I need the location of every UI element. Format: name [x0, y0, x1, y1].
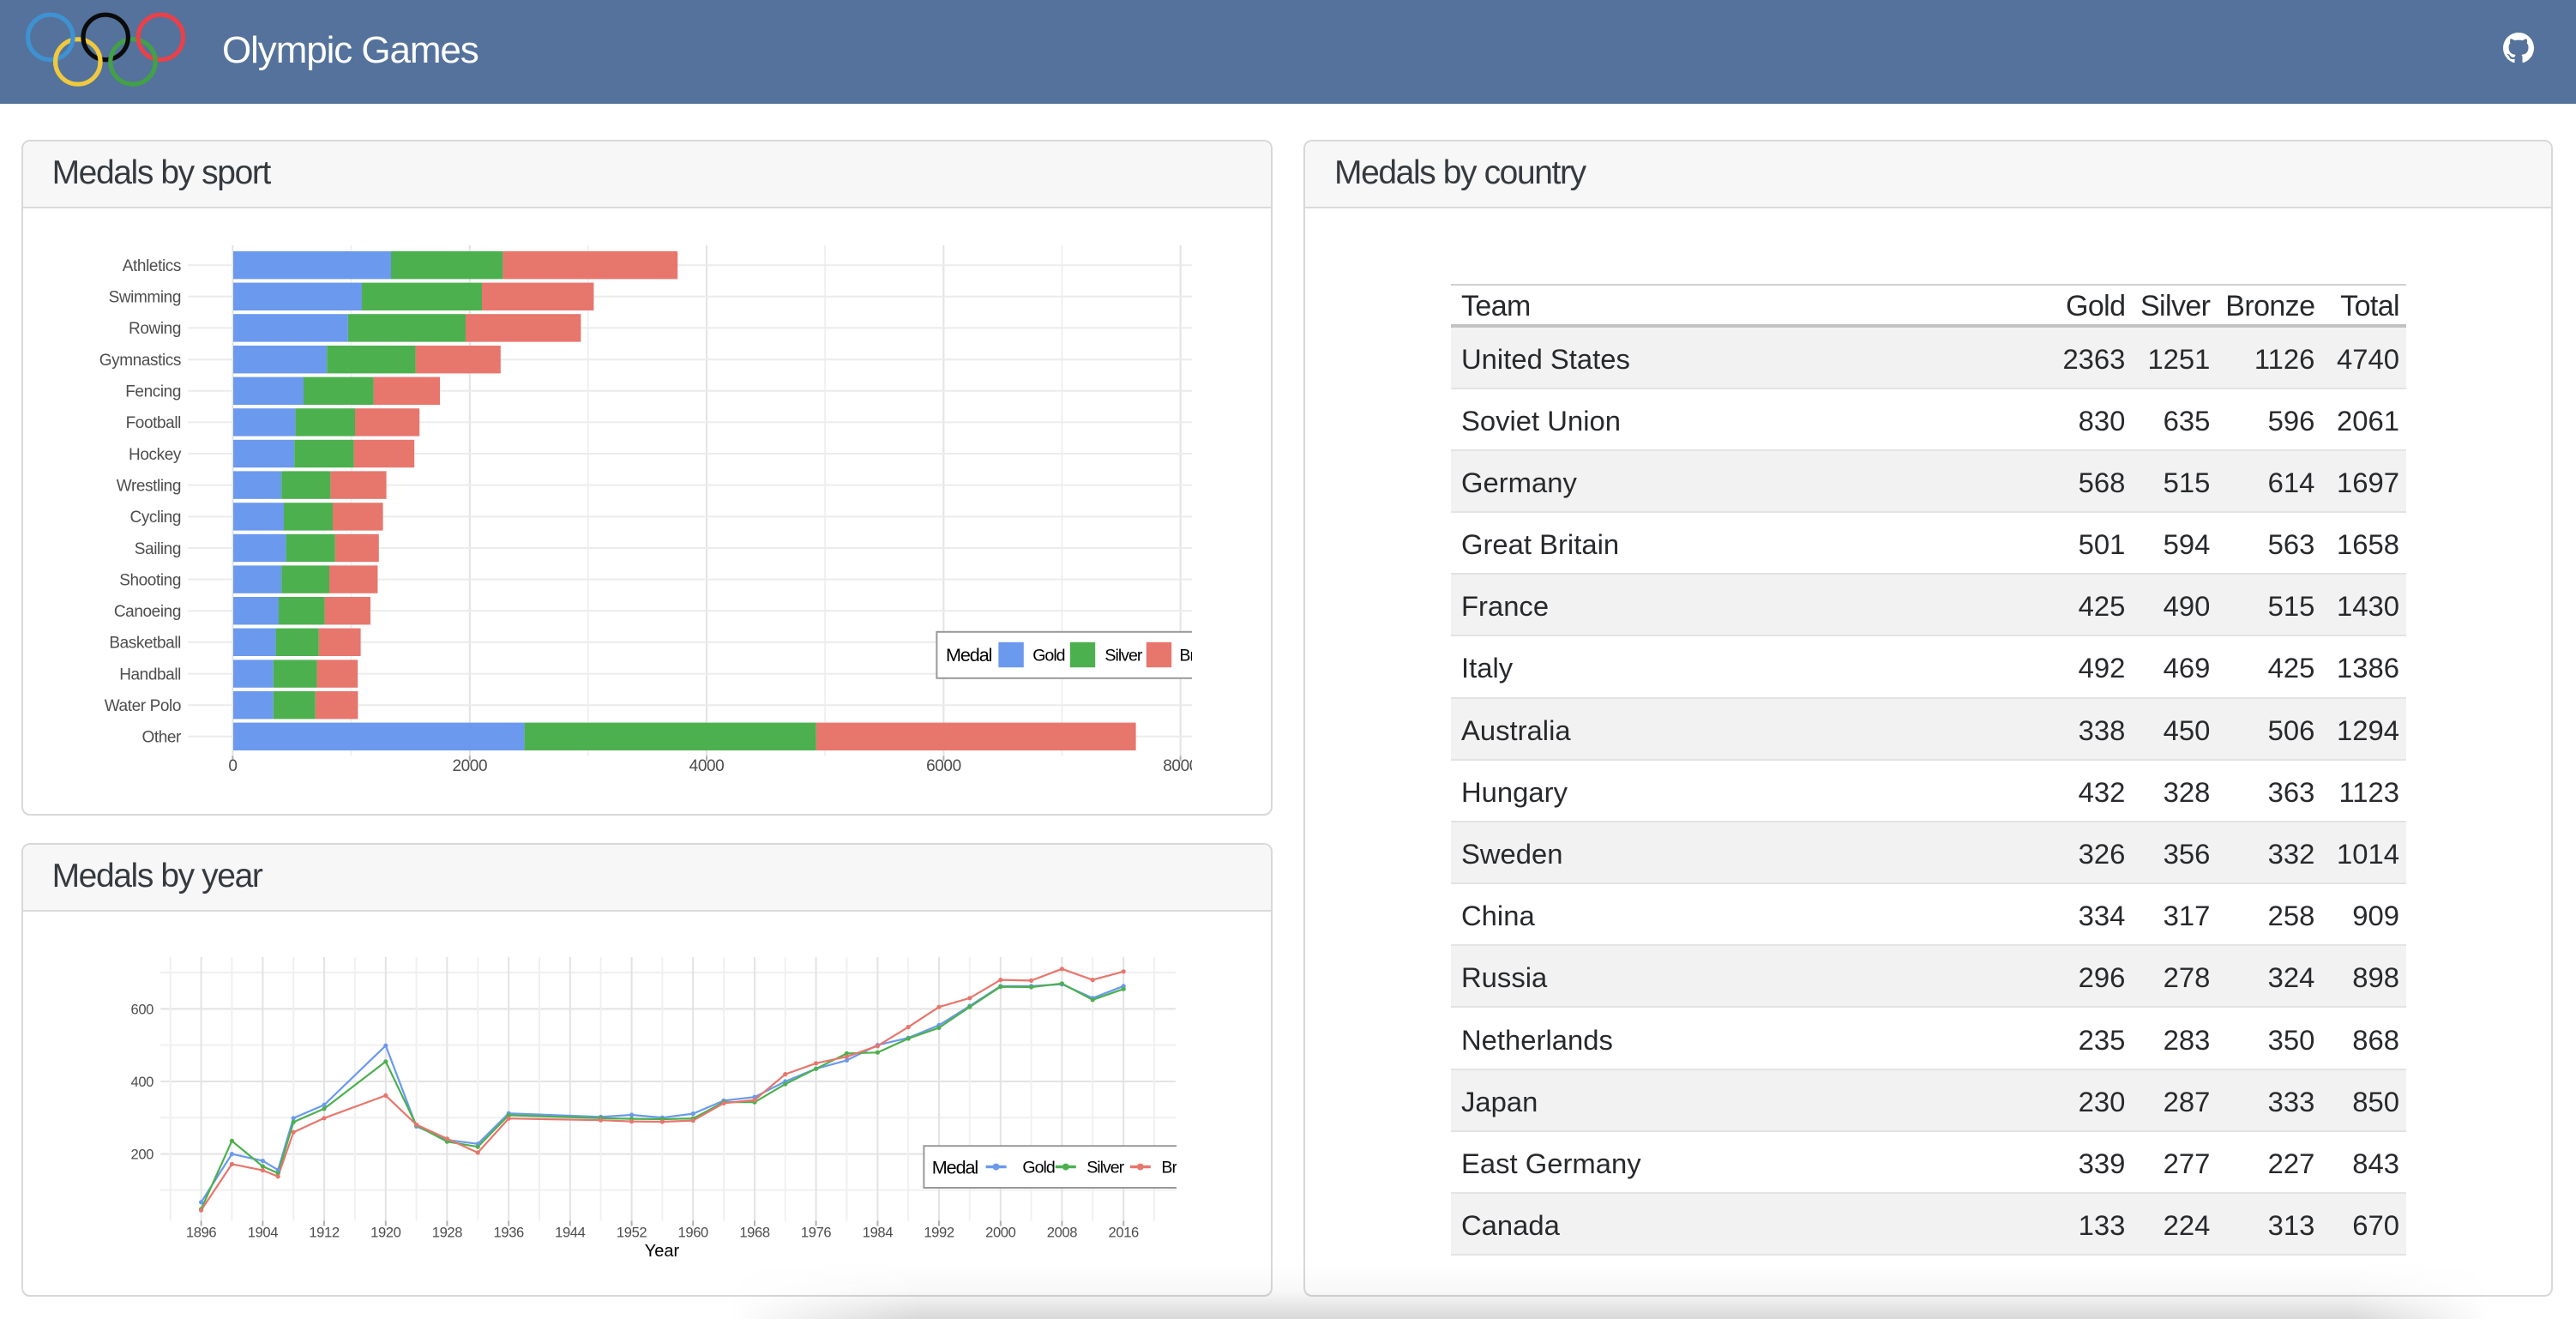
svg-text:0: 0 [228, 757, 237, 775]
svg-text:Handball: Handball [119, 666, 181, 684]
svg-text:Wrestling: Wrestling [117, 477, 181, 495]
svg-text:Gold: Gold [1022, 1159, 1054, 1177]
svg-text:2000: 2000 [985, 1225, 1015, 1241]
svg-text:2008: 2008 [1047, 1225, 1077, 1241]
svg-text:400: 400 [131, 1074, 154, 1090]
svg-text:200: 200 [131, 1147, 154, 1163]
svg-text:Bronze: Bronze [1161, 1159, 1177, 1177]
svg-text:4000: 4000 [689, 757, 725, 775]
svg-text:1928: 1928 [432, 1225, 462, 1241]
svg-text:1904: 1904 [248, 1225, 278, 1241]
svg-text:1912: 1912 [309, 1225, 339, 1241]
svg-text:Football: Football [126, 414, 181, 432]
svg-text:Medal: Medal [946, 644, 992, 666]
svg-text:1896: 1896 [186, 1225, 216, 1241]
svg-text:Athletics: Athletics [123, 257, 181, 275]
svg-text:Water Polo: Water Polo [105, 697, 181, 715]
svg-text:Gymnastics: Gymnastics [99, 352, 181, 370]
svg-text:1992: 1992 [924, 1225, 954, 1241]
svg-text:1944: 1944 [555, 1225, 585, 1241]
svg-text:Fencing: Fencing [125, 383, 181, 401]
svg-text:6000: 6000 [926, 757, 961, 775]
svg-text:1984: 1984 [863, 1225, 893, 1241]
svg-text:Swimming: Swimming [109, 289, 181, 307]
svg-text:Other: Other [141, 729, 182, 747]
svg-text:8000: 8000 [1163, 757, 1192, 775]
svg-text:2000: 2000 [452, 757, 487, 775]
svg-text:Gold: Gold [1032, 647, 1064, 666]
svg-text:1968: 1968 [739, 1225, 769, 1241]
svg-text:Rowing: Rowing [129, 320, 181, 338]
svg-text:Basketball: Basketball [109, 635, 181, 653]
svg-text:1976: 1976 [801, 1225, 831, 1241]
svg-text:Sailing: Sailing [135, 540, 181, 558]
svg-text:Silver: Silver [1086, 1159, 1124, 1177]
svg-text:1920: 1920 [370, 1225, 400, 1241]
svg-text:Medal: Medal [932, 1156, 978, 1177]
svg-text:Year: Year [645, 1242, 680, 1261]
svg-text:Cycling: Cycling [130, 509, 182, 527]
svg-text:Hockey: Hockey [129, 446, 182, 464]
svg-text:1936: 1936 [494, 1225, 524, 1241]
svg-text:Bronze: Bronze [1179, 647, 1192, 666]
svg-text:1952: 1952 [617, 1225, 647, 1241]
svg-text:600: 600 [131, 1001, 154, 1017]
svg-text:Silver: Silver [1104, 647, 1142, 666]
svg-text:Canoeing: Canoeing [114, 603, 181, 621]
svg-text:2016: 2016 [1109, 1225, 1139, 1241]
svg-text:1960: 1960 [678, 1225, 708, 1241]
svg-text:Shooting: Shooting [119, 571, 181, 589]
